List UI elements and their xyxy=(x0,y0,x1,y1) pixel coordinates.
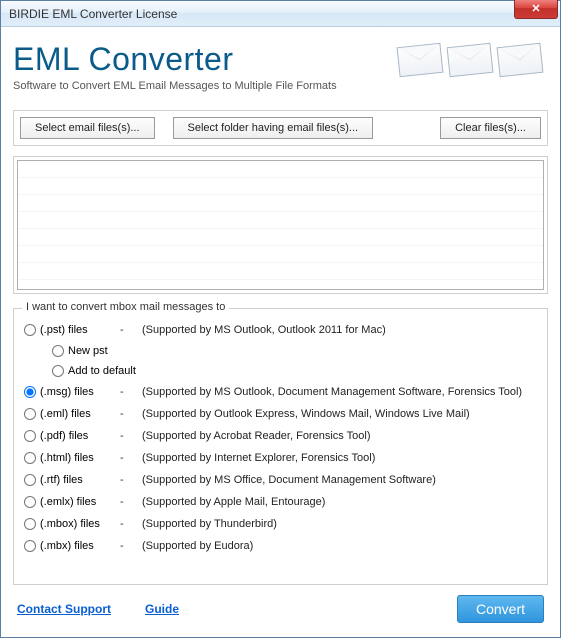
format-subrow-adddef: Add to default xyxy=(24,361,537,381)
format-label: (.mbox) files xyxy=(40,518,120,530)
format-dash: - xyxy=(120,452,142,464)
format-row-eml: (.eml) files-(Supported by Outlook Expre… xyxy=(24,403,537,425)
format-row-mbox: (.mbox) files-(Supported by Thunderbird) xyxy=(24,513,537,535)
footer: Contact Support Guide Convert xyxy=(13,585,548,625)
clear-files-button[interactable]: Clear files(s)... xyxy=(440,117,541,139)
format-row-msg: (.msg) files-(Supported by MS Outlook, D… xyxy=(24,381,537,403)
format-radio-emlx[interactable] xyxy=(24,496,36,508)
format-radio-html[interactable] xyxy=(24,452,36,464)
format-dash: - xyxy=(120,474,142,486)
format-sublabel: New pst xyxy=(68,345,108,357)
format-desc: (Supported by Thunderbird) xyxy=(142,518,537,530)
format-subradio-adddef[interactable] xyxy=(52,365,64,377)
format-desc: (Supported by Acrobat Reader, Forensics … xyxy=(142,430,537,442)
format-row-html: (.html) files-(Supported by Internet Exp… xyxy=(24,447,537,469)
format-desc: (Supported by Internet Explorer, Forensi… xyxy=(142,452,537,464)
formats-group: I want to convert mbox mail messages to … xyxy=(13,308,548,585)
format-radio-mbox[interactable] xyxy=(24,518,36,530)
format-dash: - xyxy=(120,496,142,508)
format-radio-mbx[interactable] xyxy=(24,540,36,552)
format-row-mbx: (.mbx) files-(Supported by Eudora) xyxy=(24,535,537,557)
format-dash: - xyxy=(120,540,142,552)
format-row-emlx: (.emlx) files-(Supported by Apple Mail, … xyxy=(24,491,537,513)
format-radio-rtf[interactable] xyxy=(24,474,36,486)
file-listbox[interactable] xyxy=(17,160,544,290)
titlebar: BIRDIE EML Converter License ✕ xyxy=(1,1,560,27)
format-radio-eml[interactable] xyxy=(24,408,36,420)
format-dash: - xyxy=(120,430,142,442)
format-desc: (Supported by Apple Mail, Entourage) xyxy=(142,496,537,508)
format-desc: (Supported by MS Outlook, Outlook 2011 f… xyxy=(142,324,537,336)
format-label: (.msg) files xyxy=(40,386,120,398)
format-dash: - xyxy=(120,408,142,420)
format-label: (.pst) files xyxy=(40,324,120,336)
format-desc: (Supported by Outlook Express, Windows M… xyxy=(142,408,537,420)
format-label: (.html) files xyxy=(40,452,120,464)
format-dash: - xyxy=(120,386,142,398)
format-sublabel: Add to default xyxy=(68,365,136,377)
formats-table: (.pst) files-(Supported by MS Outlook, O… xyxy=(24,319,537,557)
format-radio-msg[interactable] xyxy=(24,386,36,398)
select-folder-button[interactable]: Select folder having email files(s)... xyxy=(173,117,374,139)
format-radio-pdf[interactable] xyxy=(24,430,36,442)
format-desc: (Supported by MS Office, Document Manage… xyxy=(142,474,537,486)
toolbar: Select email files(s)... Select folder h… xyxy=(13,110,548,146)
format-label: (.eml) files xyxy=(40,408,120,420)
format-dash: - xyxy=(120,324,142,336)
format-row-pdf: (.pdf) files-(Supported by Acrobat Reade… xyxy=(24,425,537,447)
format-subrow-newpst: New pst xyxy=(24,341,537,361)
header: EML Converter Software to Convert EML Em… xyxy=(13,37,548,104)
format-subradio-newpst[interactable] xyxy=(52,345,64,357)
envelope-icon xyxy=(447,43,494,77)
format-dash: - xyxy=(120,518,142,530)
envelope-decor xyxy=(398,45,542,75)
format-label: (.pdf) files xyxy=(40,430,120,442)
contact-support-link[interactable]: Contact Support xyxy=(17,602,111,616)
window-title: BIRDIE EML Converter License xyxy=(9,7,177,21)
envelope-icon xyxy=(497,43,544,77)
app-window: BIRDIE EML Converter License ✕ EML Conve… xyxy=(0,0,561,638)
guide-link[interactable]: Guide xyxy=(145,602,179,616)
format-row-rtf: (.rtf) files-(Supported by MS Office, Do… xyxy=(24,469,537,491)
app-subtitle: Software to Convert EML Email Messages t… xyxy=(13,80,548,92)
convert-button[interactable]: Convert xyxy=(457,595,544,623)
content-area: EML Converter Software to Convert EML Em… xyxy=(1,27,560,637)
envelope-icon xyxy=(397,43,444,77)
format-label: (.rtf) files xyxy=(40,474,120,486)
format-desc: (Supported by Eudora) xyxy=(142,540,537,552)
file-list-group xyxy=(13,156,548,294)
close-icon: ✕ xyxy=(531,4,540,15)
select-files-button[interactable]: Select email files(s)... xyxy=(20,117,155,139)
close-button[interactable]: ✕ xyxy=(514,0,558,19)
formats-legend: I want to convert mbox mail messages to xyxy=(22,301,229,313)
format-label: (.emlx) files xyxy=(40,496,120,508)
format-label: (.mbx) files xyxy=(40,540,120,552)
format-radio-pst[interactable] xyxy=(24,324,36,336)
format-row-pst: (.pst) files-(Supported by MS Outlook, O… xyxy=(24,319,537,341)
format-desc: (Supported by MS Outlook, Document Manag… xyxy=(142,386,537,398)
